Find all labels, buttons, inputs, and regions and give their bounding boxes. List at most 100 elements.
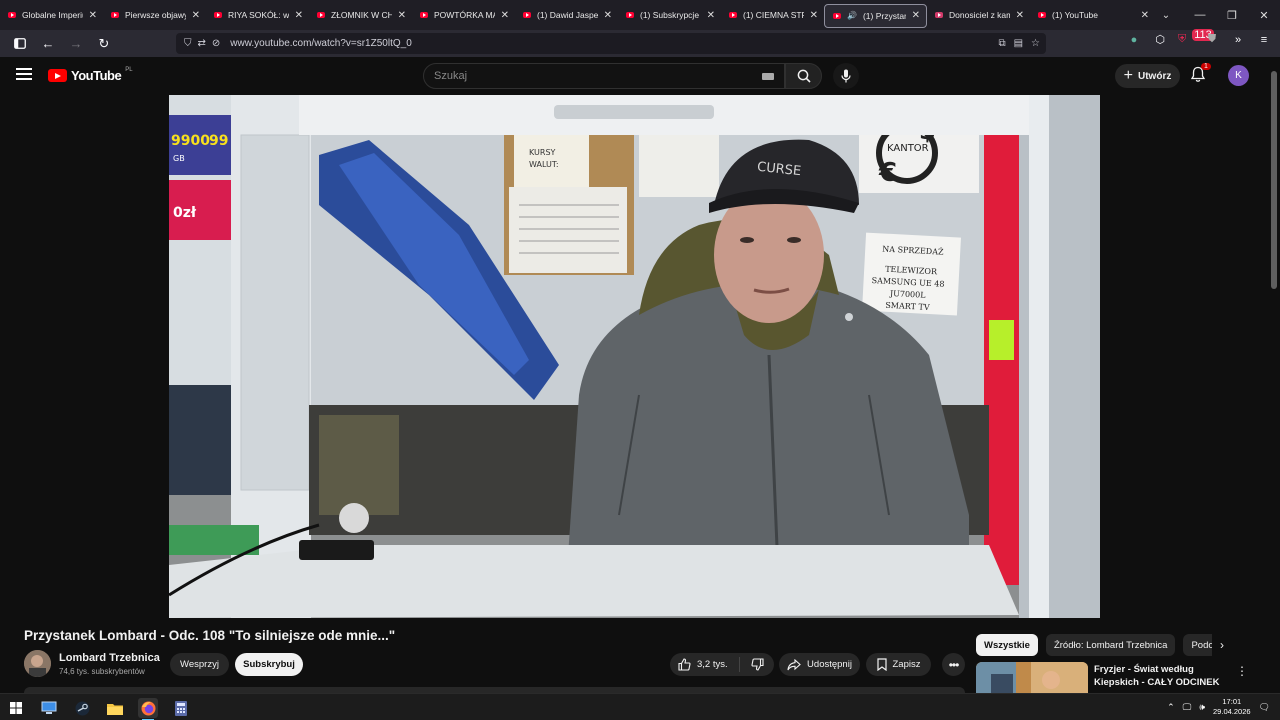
search-input[interactable]: Szukaj (434, 70, 467, 82)
youtube-favicon-icon (729, 12, 737, 18)
browser-tab[interactable]: Pierwsze objawy R ✕ (103, 0, 206, 30)
search-button[interactable] (785, 63, 822, 89)
dislike-button[interactable] (740, 658, 774, 671)
browser-tab-strip: Globalne Imperium ✕ Pierwsze objawy R ✕ RI… (0, 0, 1280, 30)
youtube-header: YouTube PL Szukaj + Utwórz 1 K (0, 57, 1268, 95)
privacy-badger-icon[interactable]: ⛊ (1204, 33, 1220, 46)
close-tab-icon[interactable]: ✕ (707, 10, 715, 21)
search-box[interactable]: Szukaj (423, 63, 785, 89)
youtube-favicon-icon (935, 12, 943, 18)
maximize-icon[interactable]: ❐ (1216, 0, 1248, 30)
browser-nav-bar: ← → ↻ ⛉ ⇄ ⊘ www.youtube.com/watch?v=sr1Z… (0, 29, 1280, 57)
firefox-icon[interactable] (138, 698, 158, 720)
clock[interactable]: 17:01 29.04.2026 (1213, 697, 1251, 717)
thumbs-down-icon (750, 658, 764, 671)
bookmark-star-icon[interactable]: ☆ (1031, 38, 1040, 49)
svg-text:99: 99 (209, 133, 228, 149)
like-button[interactable]: 3,2 tys. (670, 657, 740, 672)
vpn-shield-icon[interactable]: ● (1126, 34, 1142, 46)
shield-icon[interactable]: ⛉ (184, 38, 192, 49)
account-avatar[interactable]: K (1228, 65, 1249, 86)
youtube-logo[interactable]: YouTube PL (48, 67, 133, 83)
volume-icon[interactable]: 🕪 (1199, 702, 1205, 713)
chip-all[interactable]: Wszystkie (976, 634, 1038, 656)
app-menu-icon[interactable]: ≡ (1256, 34, 1272, 46)
browser-tab[interactable]: (1) Dawid Jasper W ✕ (515, 0, 618, 30)
scrollbar-thumb[interactable] (1271, 71, 1277, 289)
back-arrow-icon[interactable]: ← (36, 32, 60, 56)
subscribe-button[interactable]: Subskrybuj (235, 653, 303, 676)
chips-next-chevron-icon[interactable]: › (1220, 638, 1224, 652)
voice-search-button[interactable] (833, 63, 859, 89)
file-explorer-icon[interactable] (105, 698, 125, 718)
keyboard-icon[interactable] (762, 73, 774, 80)
video-title: Przystanek Lombard - Odc. 108 "To silnie… (24, 628, 396, 643)
calculator-icon[interactable] (171, 698, 191, 718)
video-player[interactable]: KURSY WALUT: KANTOR € $ NA SPRZEDAŻ TELE… (169, 95, 1100, 618)
tray-overflow-chevron-icon[interactable]: ⌃ (1167, 702, 1175, 713)
browser-tab[interactable]: ZŁOMNIK W CHIN ✕ (309, 0, 412, 30)
support-label: Wesprzyj (180, 659, 219, 670)
close-tab-icon[interactable]: ✕ (192, 10, 200, 21)
clock-date: 29.04.2026 (1213, 707, 1251, 716)
save-button[interactable]: Zapisz (866, 653, 931, 676)
ublock-extension-icon[interactable]: ⛨ 113 (1178, 29, 1214, 46)
more-actions-button[interactable]: ••• (942, 653, 965, 676)
address-bar[interactable]: ⛉ ⇄ ⊘ www.youtube.com/watch?v=sr1Z50ltQ_… (176, 33, 1046, 54)
tab-title: (1) CIEMNA STRO (743, 10, 804, 20)
close-tab-icon[interactable]: ✕ (1016, 10, 1024, 21)
browser-tab[interactable]: POWTÓRKA MATU ✕ (412, 0, 515, 30)
overflow-chevron-icon[interactable]: » (1230, 34, 1246, 46)
chip-similar[interactable]: Podobne (1183, 634, 1212, 656)
browser-tab-active[interactable]: 🔊 (1) Przystanek ✕ (824, 3, 927, 28)
extensions-icon[interactable]: ⬡ (1152, 33, 1168, 46)
channel-name[interactable]: Lombard Trzebnica (59, 652, 160, 664)
close-tab-icon[interactable]: ✕ (89, 10, 97, 21)
browser-tab[interactable]: Globalne Imperium ✕ (0, 0, 103, 30)
close-tab-icon[interactable]: ✕ (810, 10, 818, 21)
reload-icon[interactable]: ↻ (92, 32, 116, 56)
browser-tab[interactable]: RIYA SOKÓŁ: wywi ✕ (206, 0, 309, 30)
chip-source-channel[interactable]: Źródło: Lombard Trzebnica (1045, 634, 1176, 656)
close-tab-icon[interactable]: ✕ (501, 10, 509, 21)
support-button[interactable]: Wesprzyj (170, 653, 229, 676)
monitor-app-icon[interactable] (39, 698, 59, 718)
tab-title: (1) Przystanek (862, 10, 906, 21)
share-button[interactable]: Udostępnij (779, 653, 860, 676)
svg-text:GB: GB (173, 154, 185, 163)
network-icon[interactable]: 🖵 (1183, 702, 1192, 713)
youtube-favicon-icon (626, 12, 634, 18)
notification-center-icon[interactable]: 🗨 (1259, 702, 1270, 713)
browser-tab[interactable]: (1) Subskrypcje - Y ✕ (618, 0, 721, 30)
picture-in-picture-icon[interactable]: ⧉ (998, 38, 1005, 49)
create-button[interactable]: + Utwórz (1115, 64, 1180, 88)
steam-icon[interactable] (72, 698, 92, 718)
minimize-icon[interactable]: — (1184, 0, 1216, 30)
related-menu-icon[interactable]: ⋮ (1236, 664, 1248, 678)
speaker-icon[interactable]: 🔊 (847, 11, 857, 20)
close-tab-icon[interactable]: ✕ (604, 10, 612, 21)
channel-avatar[interactable] (24, 650, 51, 677)
close-tab-icon[interactable]: ✕ (295, 10, 303, 21)
notifications-button[interactable]: 1 (1190, 63, 1211, 84)
browser-tab[interactable]: (1) CIEMNA STRO ✕ (721, 0, 824, 30)
close-window-icon[interactable]: ✕ (1248, 0, 1280, 30)
lock-icon[interactable]: ⊘ (212, 38, 220, 49)
browser-tab[interactable]: (1) YouTube ✕ (1030, 0, 1155, 30)
close-tab-icon[interactable]: ✕ (912, 10, 920, 21)
close-tab-icon[interactable]: ✕ (1141, 10, 1149, 21)
sidebar-toggle-icon[interactable] (8, 32, 32, 56)
related-video-thumbnail[interactable] (976, 662, 1088, 693)
windows-start-icon[interactable] (6, 698, 26, 718)
reader-view-icon[interactable]: ▤ (1014, 38, 1023, 49)
page-scrollbar[interactable] (1268, 57, 1280, 693)
video-frame: KURSY WALUT: KANTOR € $ NA SPRZEDAŻ TELE… (169, 95, 1100, 618)
url-text[interactable]: www.youtube.com/watch?v=sr1Z50ltQ_0 (230, 38, 411, 49)
permissions-icon[interactable]: ⇄ (198, 38, 206, 49)
tab-title: (1) YouTube (1052, 10, 1098, 20)
browser-tab[interactable]: Donosiciel z kame ✕ (927, 0, 1030, 30)
guide-menu-icon[interactable] (16, 68, 32, 80)
forward-arrow-icon[interactable]: → (64, 32, 88, 56)
tab-list-chevron-icon[interactable]: ⌄ (1155, 10, 1177, 21)
close-tab-icon[interactable]: ✕ (398, 10, 406, 21)
